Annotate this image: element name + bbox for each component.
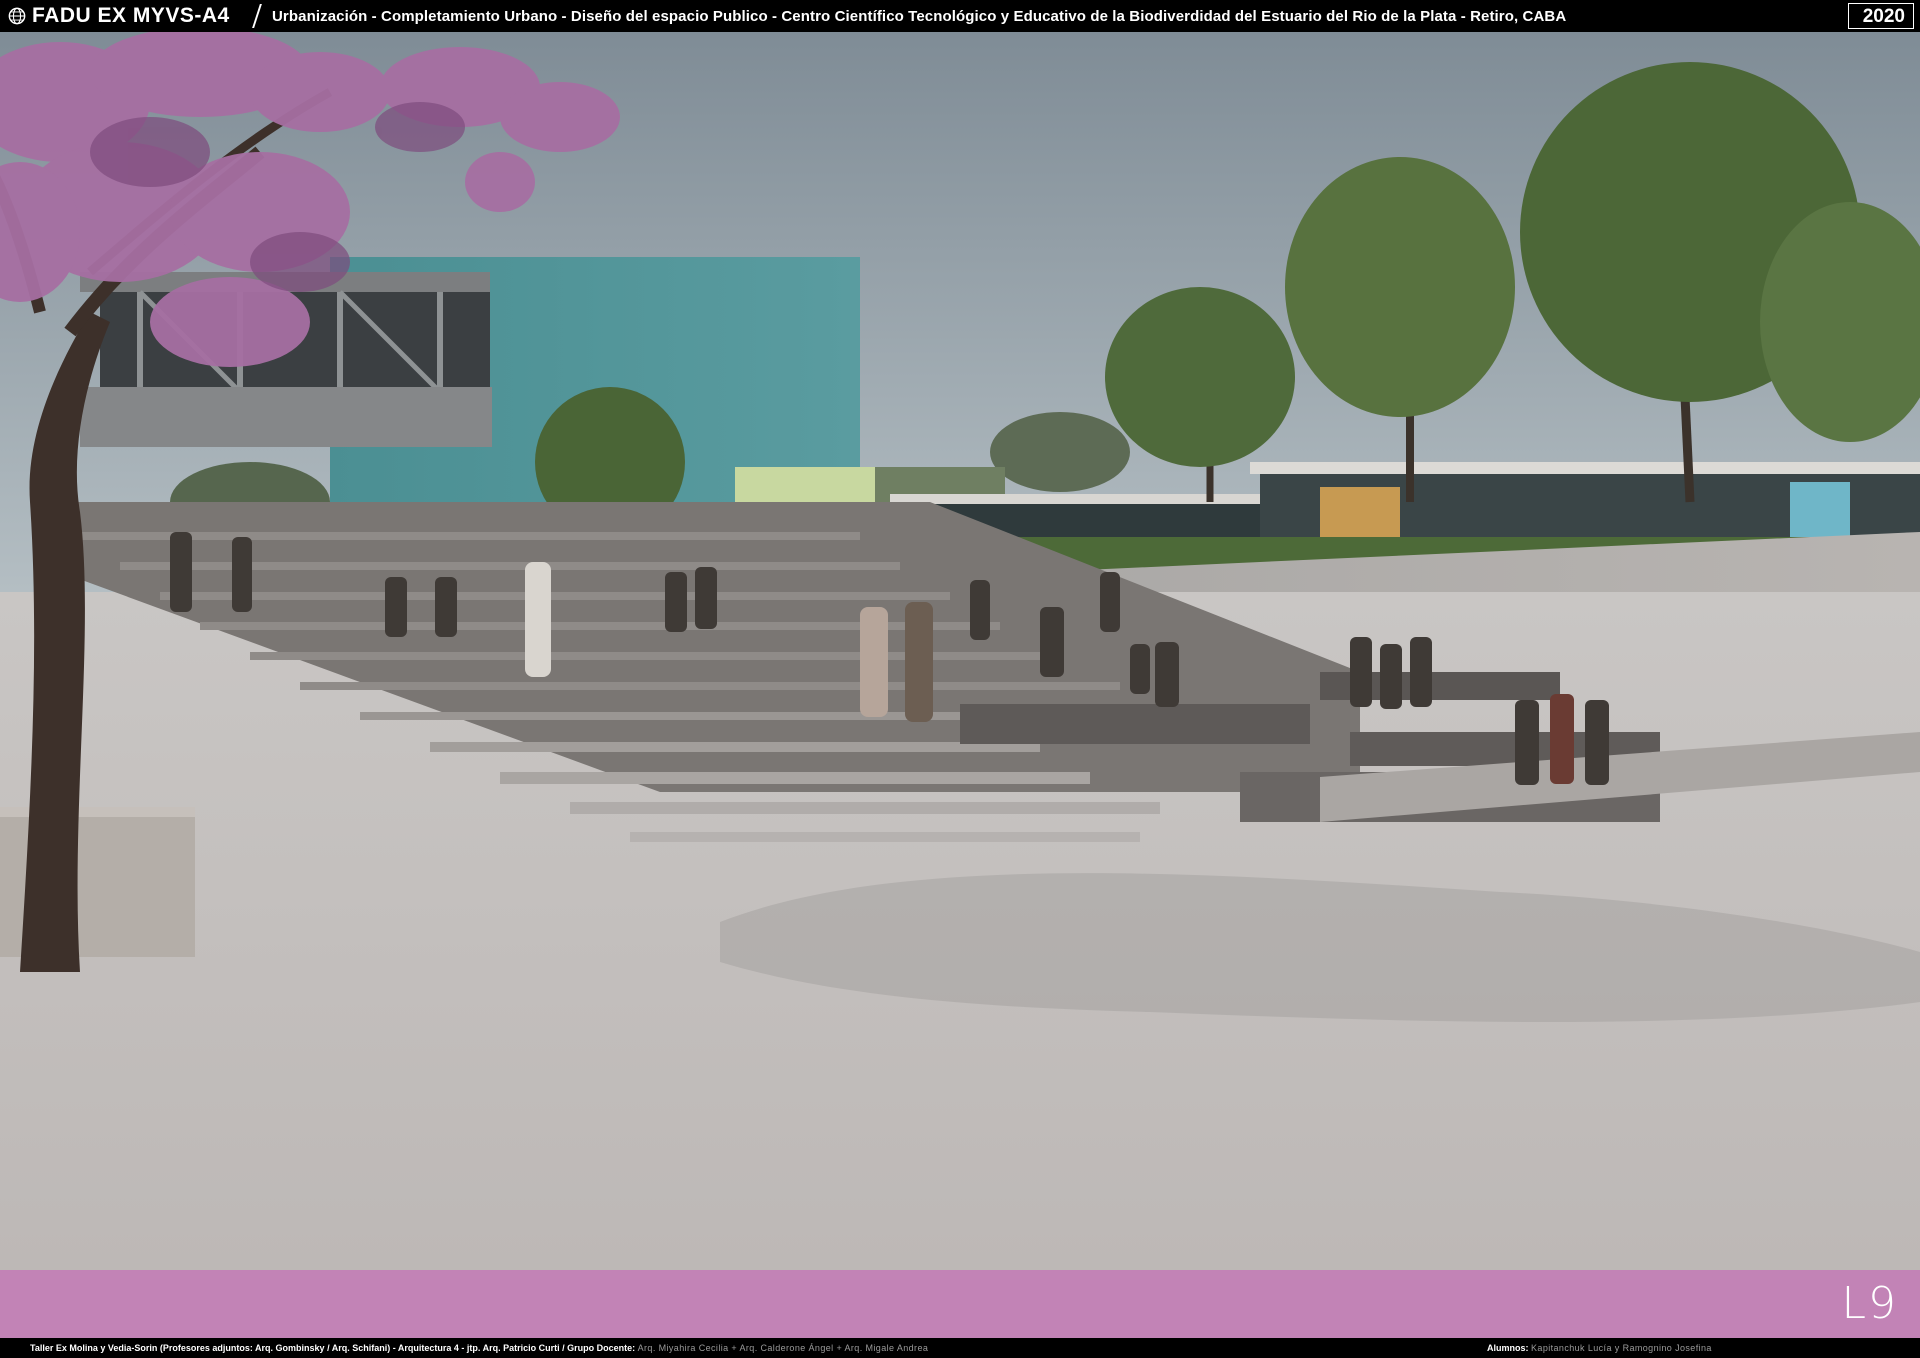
sheet-band: L9 bbox=[0, 1270, 1920, 1338]
sheet-footer: Taller Ex Molina y Vedia-Sorin (Profesor… bbox=[0, 1338, 1920, 1358]
project-year: 2020 bbox=[1862, 6, 1905, 27]
sheet-header: FADU EX MYVS-A4 Urbanización - Completam… bbox=[0, 0, 1920, 32]
sheet-number: L9 bbox=[1841, 1278, 1898, 1329]
globe-icon bbox=[8, 7, 26, 25]
credits-students: Alumnos: Kapitanchuk Lucía y Ramognino J… bbox=[1487, 1343, 1712, 1353]
plaza-scene bbox=[0, 32, 1920, 1270]
brand-title: FADU EX MYVS-A4 bbox=[32, 4, 230, 27]
year-box: 2020 bbox=[1848, 3, 1914, 29]
teachers-names: Arq. Miyahira Cecilia + Arq. Calderone Á… bbox=[637, 1343, 929, 1353]
studio-label: Taller Ex Molina y Vedia-Sorin (Profesor… bbox=[30, 1343, 636, 1353]
plaza-render-image bbox=[0, 32, 1920, 1270]
project-subtitle: Urbanización - Completamiento Urbano - D… bbox=[272, 8, 1567, 25]
architecture-sheet: FADU EX MYVS-A4 Urbanización - Completam… bbox=[0, 0, 1920, 1358]
header-divider bbox=[252, 4, 262, 28]
students-label: Alumnos: bbox=[1487, 1343, 1529, 1353]
brand-block: FADU EX MYVS-A4 bbox=[8, 3, 230, 29]
students-names: Kapitanchuk Lucía y Ramognino Josefina bbox=[1531, 1343, 1712, 1353]
credits-teachers: Taller Ex Molina y Vedia-Sorin (Profesor… bbox=[30, 1343, 928, 1353]
